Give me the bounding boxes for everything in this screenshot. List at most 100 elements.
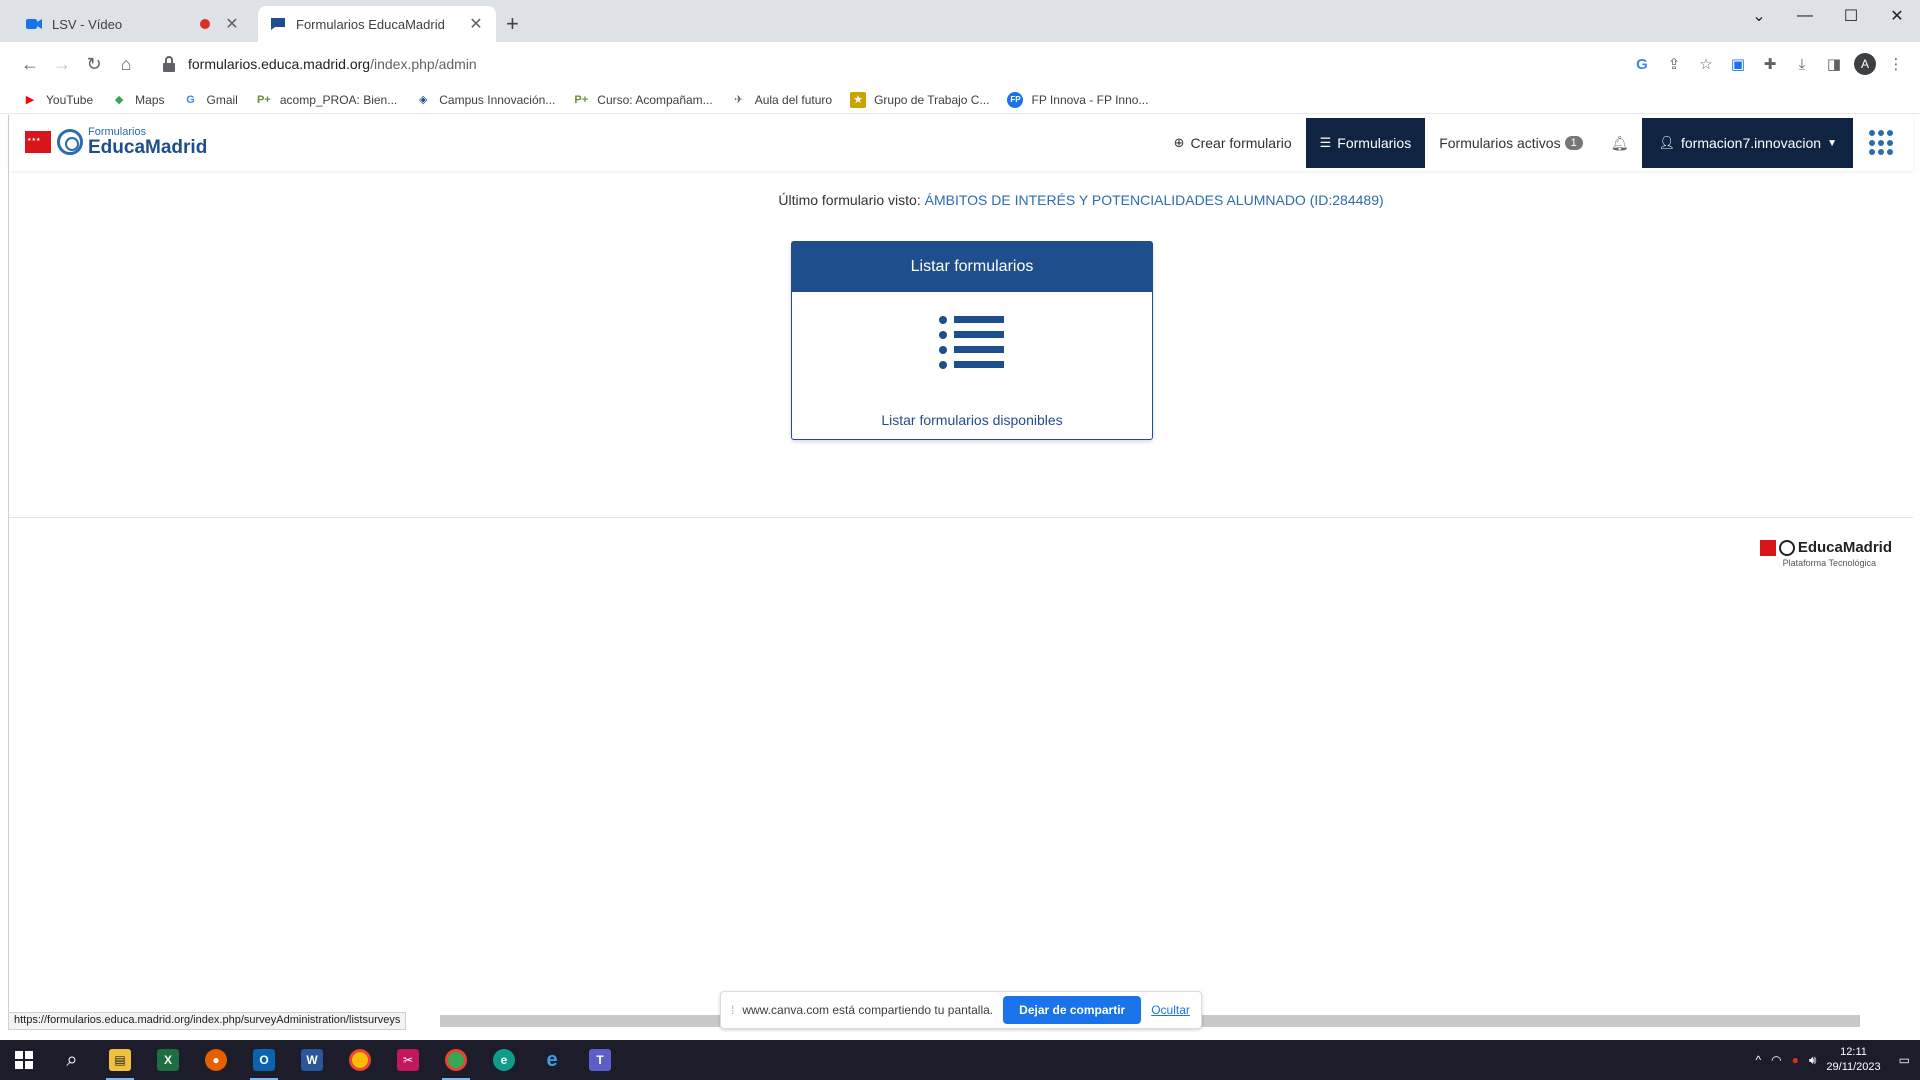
- card-title: Listar formularios: [792, 242, 1152, 292]
- close-tab-icon[interactable]: ✕: [468, 14, 484, 34]
- active-count-badge: 1: [1564, 136, 1583, 150]
- user-name: formacion7.innovacion: [1681, 135, 1822, 151]
- last-form-label: Último formulario visto:: [778, 192, 921, 208]
- system-tray: ^ ◠ ● 🔊︎ 12:11 29/11/2023 ▭: [1755, 1040, 1920, 1080]
- volume-icon[interactable]: 🔊︎: [1809, 1053, 1817, 1068]
- share-icon[interactable]: ⇪: [1662, 52, 1686, 76]
- bookmark-gmail[interactable]: G Gmail: [183, 92, 238, 108]
- browser-tab-lsv[interactable]: LSV - Vídeo ✕: [14, 6, 252, 42]
- youtube-icon: ▶: [25, 94, 35, 106]
- tab-search-icon[interactable]: ⌄: [1736, 0, 1782, 32]
- toolbar-actions: G ⇪ ☆ ▣ ✚ ⤓ ◨ A ⋮: [1630, 48, 1908, 80]
- bookmark-proa[interactable]: P+ acomp_PROA: Bien...: [256, 92, 397, 108]
- drag-handle-icon[interactable]: ⁞: [731, 1003, 734, 1017]
- hide-share-bar-link[interactable]: Ocultar: [1151, 1003, 1190, 1017]
- lock-icon: [163, 56, 175, 72]
- bookmark-youtube[interactable]: ▶ YouTube: [22, 92, 93, 108]
- video-icon: [26, 16, 42, 32]
- chevron-up-icon[interactable]: ^: [1755, 1053, 1761, 1067]
- educamadrid-logo[interactable]: Formularios EducaMadrid: [25, 127, 207, 157]
- footer-logo[interactable]: EducaMadrid Plataforma Tecnológica: [1759, 539, 1892, 568]
- screen-share-bar: ⁞ www.canva.com está compartiendo tu pan…: [720, 991, 1202, 1029]
- windows-taskbar: ⌕ ▤ X ● O W ✂ e e T ^ ◠ ● 🔊︎ 12:11 29/11…: [0, 1040, 1920, 1080]
- file-explorer-icon[interactable]: ▤: [96, 1040, 144, 1080]
- notification-center-icon[interactable]: ▭: [1899, 1053, 1910, 1067]
- clock[interactable]: 12:11 29/11/2023: [1826, 1045, 1880, 1075]
- firefox-icon[interactable]: ●: [192, 1040, 240, 1080]
- close-tab-icon[interactable]: ✕: [224, 14, 240, 34]
- window-controls: ⌄ — ☐ ✕: [1736, 0, 1920, 34]
- edge-icon[interactable]: e: [480, 1040, 528, 1080]
- user-menu-dropdown[interactable]: 👤︎ formacion7.innovacion ▼: [1642, 118, 1853, 168]
- forward-icon[interactable]: →: [46, 48, 78, 80]
- bookmark-label: Maps: [135, 92, 165, 107]
- minimize-icon[interactable]: —: [1782, 0, 1828, 32]
- bookmark-label: acomp_PROA: Bien...: [279, 92, 398, 107]
- brand-big: EducaMadrid: [88, 137, 208, 158]
- fp-icon: FP: [1007, 91, 1024, 108]
- bookmark-label: Grupo de Trabajo C...: [874, 92, 990, 107]
- bookmark-grupo[interactable]: ★ Grupo de Trabajo C...: [850, 91, 990, 108]
- wifi-icon[interactable]: ◠: [1771, 1053, 1781, 1067]
- browser-toolbar: ← → ↻ ⌂ formularios.educa.madrid.org/ind…: [0, 42, 1920, 86]
- outlook-icon[interactable]: O: [240, 1040, 288, 1080]
- extension-app-icon[interactable]: ▣: [1726, 52, 1750, 76]
- list-icon: ☰: [1319, 135, 1332, 150]
- bell-icon: 🔔︎: [1610, 134, 1629, 151]
- forms-label: Formularios: [1337, 135, 1412, 151]
- puzzle-icon[interactable]: ✚: [1758, 52, 1782, 76]
- notifications-button[interactable]: 🔔︎: [1597, 118, 1643, 168]
- star-icon[interactable]: ☆: [1694, 52, 1718, 76]
- word-icon[interactable]: W: [288, 1040, 336, 1080]
- url-path: /index.php/admin: [370, 56, 477, 72]
- tab-title: Formularios EducaMadrid: [296, 16, 445, 32]
- bookmark-label: YouTube: [46, 92, 94, 107]
- bookmark-fp-innova[interactable]: FP FP Innova - FP Inno...: [1007, 91, 1149, 108]
- sidepanel-icon[interactable]: ◨: [1822, 52, 1846, 76]
- search-icon[interactable]: ⌕: [48, 1040, 96, 1080]
- new-tab-button[interactable]: +: [506, 12, 519, 36]
- bookmark-aula[interactable]: ✈ Aula del futuro: [731, 92, 832, 108]
- proa-icon: P+: [574, 93, 589, 106]
- plus-circle-icon: ⊕: [1173, 135, 1185, 150]
- list-icon: [939, 316, 1004, 369]
- onedrive-icon[interactable]: ●: [1792, 1053, 1799, 1067]
- browser-tab-formularios[interactable]: Formularios EducaMadrid ✕: [258, 6, 496, 42]
- bookmark-maps[interactable]: ◆ Maps: [111, 92, 165, 108]
- google-icon[interactable]: G: [1630, 52, 1654, 76]
- bookmark-label: FP Innova - FP Inno...: [1031, 92, 1149, 107]
- bookmark-curso[interactable]: P+ Curso: Acompañam...: [573, 92, 712, 108]
- back-icon[interactable]: ←: [14, 48, 46, 80]
- forms-menu-link[interactable]: ☰ Formularios: [1305, 118, 1426, 168]
- excel-icon[interactable]: X: [144, 1040, 192, 1080]
- snipping-tool-icon[interactable]: ✂: [384, 1040, 432, 1080]
- last-form-link[interactable]: ÁMBITOS DE INTERÉS Y POTENCIALIDADES ALU…: [925, 192, 1384, 208]
- reload-icon[interactable]: ↻: [78, 48, 110, 80]
- recording-indicator-icon: [200, 19, 210, 29]
- teams-icon[interactable]: T: [576, 1040, 624, 1080]
- footer-name: EducaMadrid: [1797, 539, 1892, 556]
- stop-sharing-button[interactable]: Dejar de compartir: [1003, 996, 1142, 1024]
- home-icon[interactable]: ⌂: [110, 48, 142, 80]
- maximize-icon[interactable]: ☐: [1828, 0, 1874, 32]
- apps-grid-icon[interactable]: [1869, 130, 1895, 156]
- profile-avatar[interactable]: A: [1854, 53, 1876, 75]
- chrome-active-icon[interactable]: [432, 1040, 480, 1080]
- caret-down-icon: ▼: [1827, 137, 1837, 149]
- browser-tab-strip: LSV - Vídeo ✕ Formularios EducaMadrid ✕ …: [0, 0, 1920, 42]
- url-host: formularios.educa.madrid.org: [188, 56, 371, 72]
- address-bar[interactable]: formularios.educa.madrid.org/index.php/a…: [150, 48, 1610, 80]
- app-navbar: Formularios EducaMadrid ⊕ Crear formular…: [9, 115, 1913, 171]
- download-icon[interactable]: ⤓: [1790, 52, 1814, 76]
- create-form-link[interactable]: ⊕ Crear formulario: [1160, 118, 1306, 168]
- list-forms-link[interactable]: Listar formularios disponibles: [792, 412, 1152, 428]
- internet-explorer-icon[interactable]: e: [528, 1040, 576, 1080]
- windows-start-icon[interactable]: [0, 1040, 48, 1080]
- active-forms-link[interactable]: Formularios activos 1: [1425, 118, 1597, 168]
- list-forms-card[interactable]: Listar formularios Listar formularios di…: [791, 241, 1153, 440]
- clock-time: 12:11: [1840, 1046, 1867, 1058]
- chrome-icon[interactable]: [336, 1040, 384, 1080]
- close-window-icon[interactable]: ✕: [1874, 0, 1920, 32]
- bookmark-campus[interactable]: ◈ Campus Innovación...: [415, 92, 555, 108]
- menu-dots-icon[interactable]: ⋮: [1884, 52, 1908, 76]
